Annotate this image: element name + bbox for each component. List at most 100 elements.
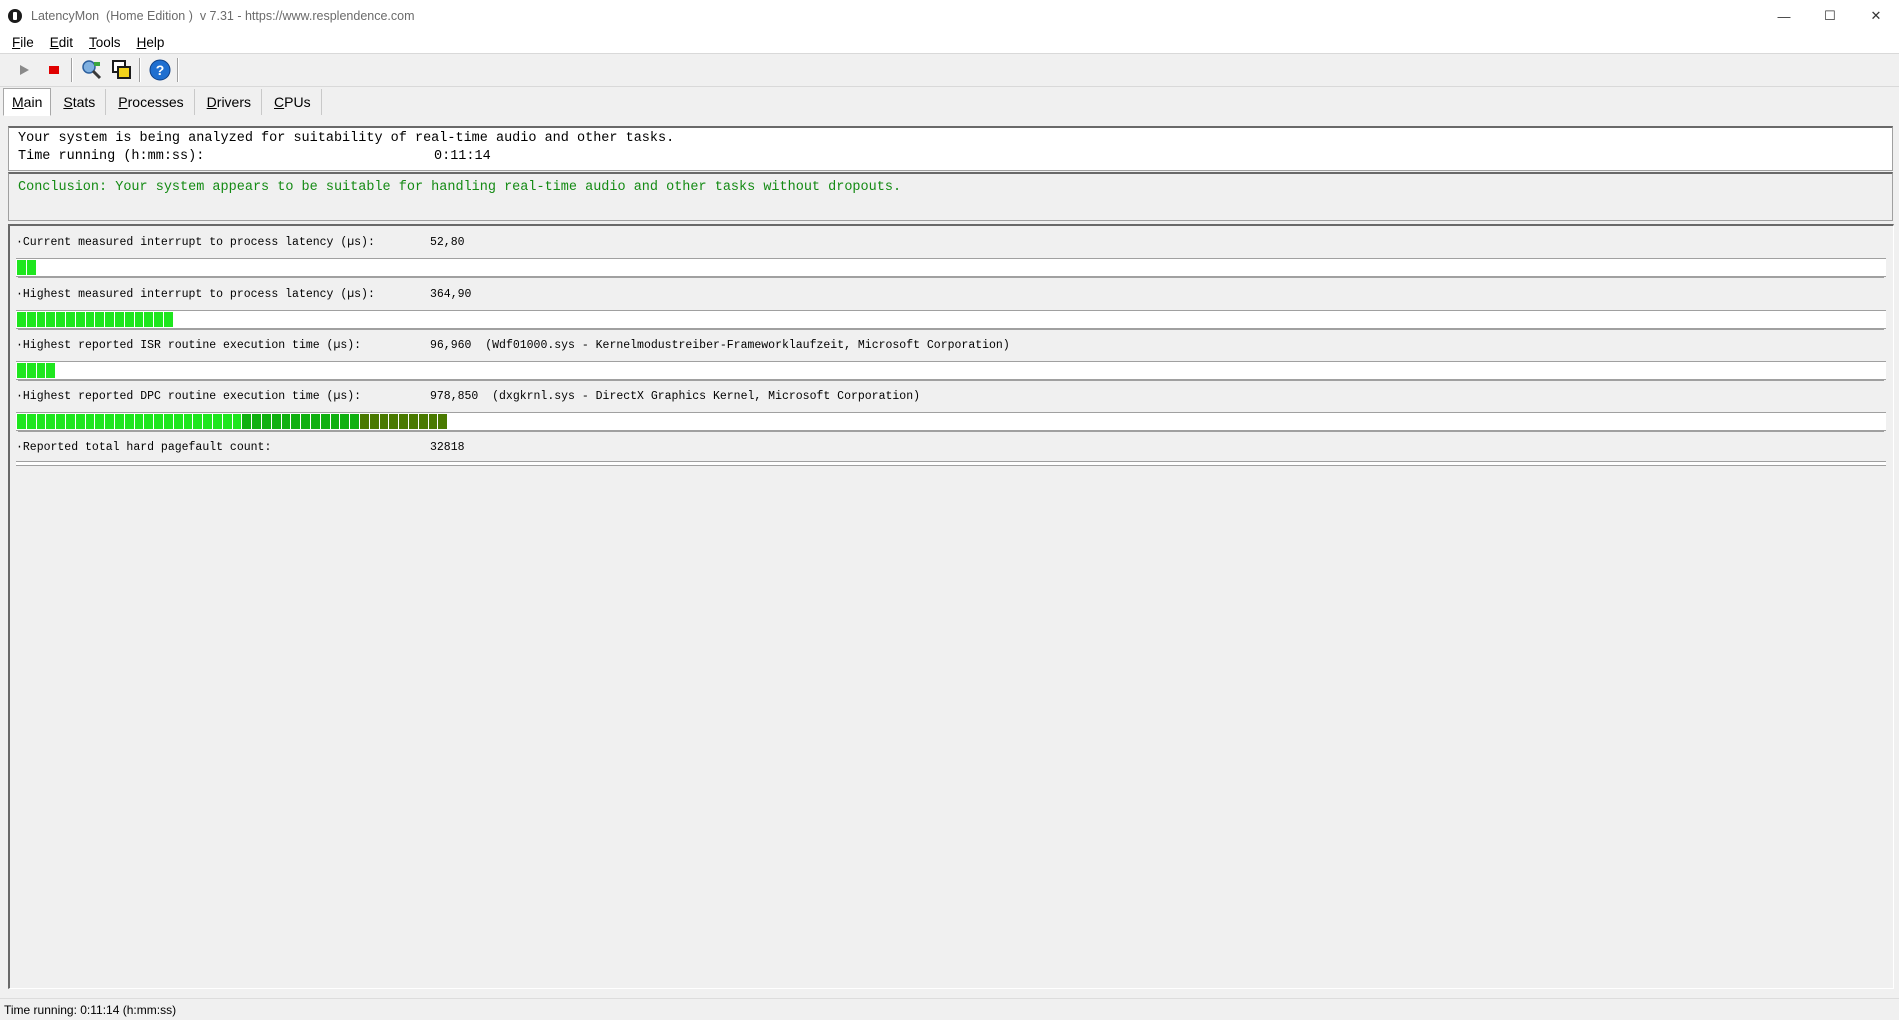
metric-label: ·Highest measured interrupt to process l… bbox=[16, 288, 375, 301]
meter-segment bbox=[271, 414, 281, 429]
menu-file[interactable]: File bbox=[6, 35, 40, 50]
meter-segment bbox=[330, 414, 340, 429]
meter-segment bbox=[369, 414, 379, 429]
meter-segment bbox=[154, 312, 163, 327]
meter-segment bbox=[95, 414, 105, 429]
latency-meter bbox=[16, 258, 1886, 277]
meter-segment bbox=[193, 414, 203, 429]
meter-segment bbox=[17, 260, 26, 275]
menu-edit[interactable]: Edit bbox=[44, 35, 79, 50]
meter-segment bbox=[17, 312, 26, 327]
windows-button[interactable] bbox=[108, 56, 136, 84]
inspect-button[interactable] bbox=[78, 56, 106, 84]
meter-segment bbox=[46, 363, 56, 378]
meter-segment bbox=[66, 414, 75, 429]
meter-segment bbox=[95, 312, 105, 327]
meter-segment bbox=[242, 414, 252, 429]
minimize-icon: — bbox=[1777, 8, 1791, 24]
meter-segment bbox=[134, 414, 144, 429]
meter-segment bbox=[26, 260, 36, 275]
metric-label: ·Highest reported ISR routine execution … bbox=[16, 339, 362, 352]
toolbar-separator bbox=[177, 58, 179, 82]
meter-segment bbox=[320, 414, 330, 429]
meter-segment bbox=[144, 312, 154, 327]
meter-segment bbox=[379, 414, 389, 429]
maximize-icon: ☐ bbox=[1824, 8, 1836, 23]
time-running-label: Time running (h:mm:ss): bbox=[18, 149, 205, 164]
tab-processes[interactable]: Processes bbox=[108, 89, 195, 115]
maximize-button[interactable]: ☐ bbox=[1807, 0, 1853, 32]
metric-label: ·Current measured interrupt to process l… bbox=[16, 236, 375, 249]
help-icon: ? bbox=[149, 59, 171, 81]
meter-segment bbox=[262, 414, 271, 429]
time-running-value: 0:11:14 bbox=[434, 149, 491, 164]
tab-drivers[interactable]: Drivers bbox=[197, 89, 263, 115]
tab-cpus[interactable]: CPUs bbox=[264, 89, 322, 115]
metrics-panel: ·Current measured interrupt to process l… bbox=[8, 224, 1894, 989]
meter-segment bbox=[252, 414, 261, 429]
app-logo-icon bbox=[8, 9, 22, 23]
meter-segment bbox=[56, 312, 65, 327]
tab-stats[interactable]: Stats bbox=[53, 89, 107, 115]
metric-value: 364,90 bbox=[430, 288, 472, 301]
metric-label: ·Reported total hard pagefault count: bbox=[16, 441, 272, 454]
meter-fill bbox=[17, 414, 448, 429]
latency-meter bbox=[16, 412, 1886, 431]
window-title: LatencyMon (Home Edition ) v 7.31 - http… bbox=[31, 9, 415, 23]
meter-fill bbox=[17, 312, 174, 327]
toolbar-separator bbox=[71, 58, 73, 82]
metric-driver-info: (Wdf01000.sys - Kernelmodustreiber-Frame… bbox=[485, 339, 1010, 352]
metric-value: 52,80 bbox=[430, 236, 465, 249]
meter-segment bbox=[438, 414, 448, 429]
meter-fill bbox=[17, 363, 56, 378]
search-icon bbox=[82, 60, 102, 80]
meter-segment bbox=[66, 312, 75, 327]
metric-value: 96,960 (Wdf01000.sys - Kernelmodustreibe… bbox=[430, 339, 1010, 352]
toolbar: ? bbox=[0, 53, 1899, 87]
meter-segment bbox=[115, 312, 124, 327]
meter-segment bbox=[428, 414, 438, 429]
meter-segment bbox=[134, 312, 144, 327]
meter-segment bbox=[203, 414, 212, 429]
minimize-button[interactable]: — bbox=[1761, 0, 1807, 32]
meter-segment bbox=[46, 414, 56, 429]
tab-main[interactable]: Main bbox=[3, 88, 52, 116]
meter-segment bbox=[399, 414, 408, 429]
start-button[interactable] bbox=[10, 56, 38, 84]
meter-segment bbox=[46, 312, 56, 327]
meter-segment bbox=[85, 414, 95, 429]
meter-segment bbox=[360, 414, 369, 429]
meter-segment bbox=[164, 312, 173, 327]
meter-segment bbox=[124, 414, 134, 429]
stop-icon bbox=[49, 66, 59, 74]
title-bar: LatencyMon (Home Edition ) v 7.31 - http… bbox=[0, 0, 1899, 32]
meter-segment bbox=[26, 414, 36, 429]
meter-segment bbox=[418, 414, 428, 429]
metric-divider bbox=[16, 461, 1886, 466]
svg-text:?: ? bbox=[156, 62, 165, 78]
windows-icon bbox=[112, 60, 131, 79]
close-button[interactable]: ✕ bbox=[1853, 0, 1899, 32]
menu-help[interactable]: Help bbox=[131, 35, 171, 50]
toolbar-separator bbox=[139, 58, 141, 82]
meter-segment bbox=[17, 363, 26, 378]
analysis-status-text: Your system is being analyzed for suitab… bbox=[18, 131, 675, 146]
status-bar: Time running: 0:11:14 (h:mm:ss) bbox=[0, 998, 1899, 1020]
meter-segment bbox=[26, 312, 36, 327]
metric-value: 978,850 (dxgkrnl.sys - DirectX Graphics … bbox=[430, 390, 920, 403]
meter-segment bbox=[389, 414, 399, 429]
meter-segment bbox=[26, 363, 36, 378]
window-controls: — ☐ ✕ bbox=[1761, 0, 1899, 32]
meter-fill bbox=[17, 260, 37, 275]
stop-button[interactable] bbox=[40, 56, 68, 84]
metric-driver-info: (dxgkrnl.sys - DirectX Graphics Kernel, … bbox=[492, 390, 920, 403]
meter-segment bbox=[222, 414, 232, 429]
meter-segment bbox=[124, 312, 134, 327]
menu-tools[interactable]: Tools bbox=[83, 35, 127, 50]
meter-segment bbox=[56, 414, 65, 429]
latency-meter bbox=[16, 361, 1886, 380]
meter-segment bbox=[75, 312, 85, 327]
help-button[interactable]: ? bbox=[146, 56, 174, 84]
meter-segment bbox=[17, 414, 26, 429]
menu-bar: File Edit Tools Help bbox=[0, 32, 1899, 53]
